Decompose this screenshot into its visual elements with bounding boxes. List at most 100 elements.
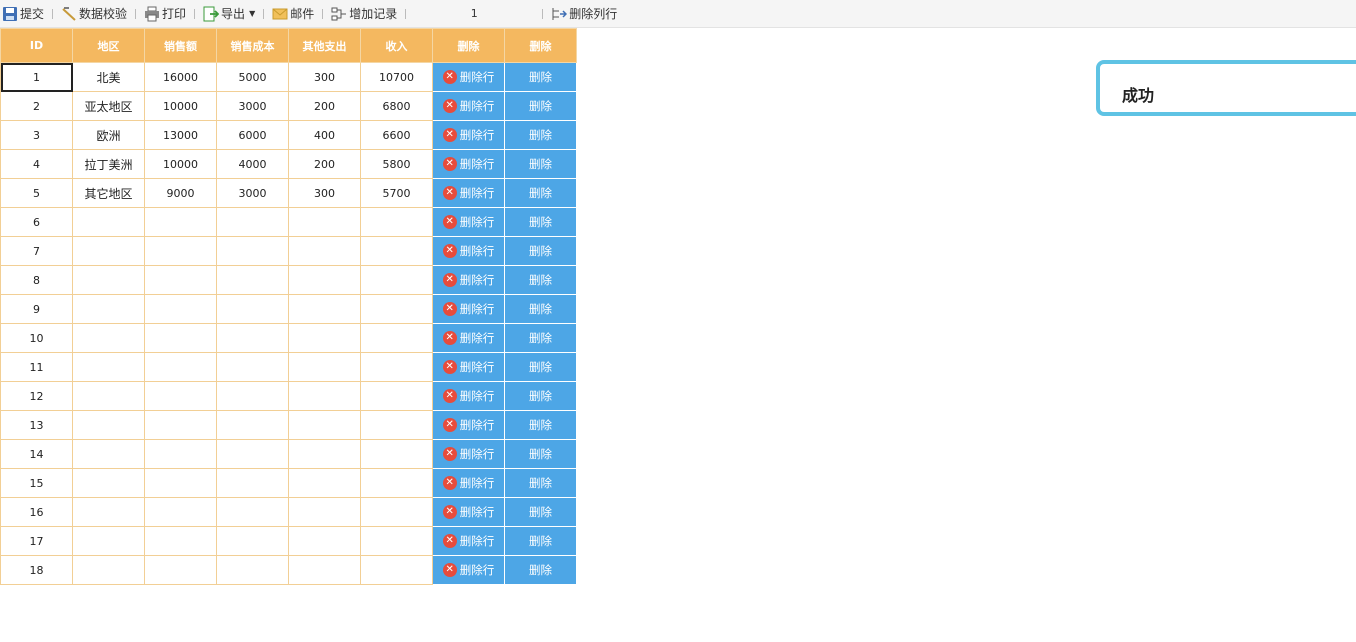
delete-row-button[interactable]: ✕ 删除行 [433,179,504,207]
cell-id[interactable]: 1 [0,62,73,92]
cell-other[interactable] [288,410,361,440]
cell-income[interactable]: 10700 [360,62,433,92]
cell-other[interactable]: 200 [288,149,361,179]
add-record-button[interactable]: 增加记录 [329,0,399,27]
delete-row-button[interactable]: ✕ 删除行 [433,469,504,497]
cell-cost[interactable] [216,352,289,382]
cell-sales[interactable] [144,294,217,324]
cell-id[interactable]: 10 [0,323,73,353]
cell-other[interactable] [288,468,361,498]
delete-row-button[interactable]: ✕ 删除行 [433,266,504,294]
cell-other[interactable] [288,323,361,353]
delete-row-button[interactable]: ✕ 删除行 [433,556,504,584]
delete-button[interactable]: 删除 [505,440,576,468]
delete-button[interactable]: 删除 [505,208,576,236]
cell-region[interactable] [72,236,145,266]
delete-button[interactable]: 删除 [505,63,576,91]
cell-other[interactable] [288,265,361,295]
cell-sales[interactable] [144,236,217,266]
cell-id[interactable]: 16 [0,497,73,527]
cell-income[interactable] [360,410,433,440]
cell-cost[interactable]: 5000 [216,62,289,92]
cell-cost[interactable] [216,236,289,266]
cell-id[interactable]: 3 [0,120,73,150]
cell-income[interactable] [360,439,433,469]
delete-row-button[interactable]: ✕ 删除行 [433,121,504,149]
cell-cost[interactable] [216,497,289,527]
cell-region[interactable]: 其它地区 [72,178,145,208]
cell-id[interactable]: 5 [0,178,73,208]
cell-cost[interactable] [216,207,289,237]
submit-button[interactable]: 提交 [0,0,46,27]
cell-cost[interactable] [216,410,289,440]
cell-cost[interactable] [216,555,289,585]
cell-other[interactable] [288,294,361,324]
cell-income[interactable] [360,555,433,585]
cell-id[interactable]: 12 [0,381,73,411]
delete-button[interactable]: 删除 [505,150,576,178]
delete-row-button[interactable]: ✕ 删除行 [433,527,504,555]
cell-income[interactable] [360,526,433,556]
delete-row-button[interactable]: ✕ 删除行 [433,411,504,439]
delete-button[interactable]: 删除 [505,469,576,497]
cell-income[interactable] [360,352,433,382]
delete-row-button[interactable]: ✕ 删除行 [433,63,504,91]
cell-sales[interactable] [144,381,217,411]
delete-button[interactable]: 删除 [505,266,576,294]
cell-sales[interactable] [144,410,217,440]
cell-region[interactable] [72,207,145,237]
cell-sales[interactable] [144,323,217,353]
page-number-field[interactable]: 1 [412,7,536,20]
delete-button[interactable]: 删除 [505,92,576,120]
delete-button[interactable]: 删除 [505,237,576,265]
delete-button[interactable]: 删除 [505,353,576,381]
cell-region[interactable]: 拉丁美洲 [72,149,145,179]
cell-other[interactable] [288,236,361,266]
cell-other[interactable]: 400 [288,120,361,150]
cell-other[interactable]: 200 [288,91,361,121]
delete-row-button[interactable]: ✕ 删除行 [433,92,504,120]
delete-row-button[interactable]: ✕ 删除行 [433,295,504,323]
cell-sales[interactable] [144,497,217,527]
cell-sales[interactable]: 9000 [144,178,217,208]
delete-row-button[interactable]: ✕ 删除行 [433,382,504,410]
cell-sales[interactable] [144,207,217,237]
delete-button[interactable]: 删除 [505,556,576,584]
cell-id[interactable]: 15 [0,468,73,498]
cell-cost[interactable] [216,526,289,556]
chevron-down-icon[interactable]: ▼ [249,9,255,18]
cell-other[interactable] [288,352,361,382]
delete-button[interactable]: 删除 [505,411,576,439]
delete-button[interactable]: 删除 [505,295,576,323]
cell-id[interactable]: 7 [0,236,73,266]
cell-region[interactable] [72,468,145,498]
cell-income[interactable] [360,497,433,527]
cell-income[interactable] [360,468,433,498]
cell-region[interactable] [72,555,145,585]
cell-id[interactable]: 11 [0,352,73,382]
delete-row-button[interactable]: ✕ 删除行 [433,237,504,265]
delete-button[interactable]: 删除 [505,498,576,526]
cell-id[interactable]: 9 [0,294,73,324]
cell-id[interactable]: 18 [0,555,73,585]
cell-region[interactable] [72,352,145,382]
cell-region[interactable] [72,294,145,324]
cell-other[interactable] [288,207,361,237]
cell-region[interactable] [72,323,145,353]
cell-other[interactable] [288,526,361,556]
cell-region[interactable] [72,526,145,556]
cell-sales[interactable] [144,439,217,469]
cell-id[interactable]: 13 [0,410,73,440]
cell-sales[interactable]: 13000 [144,120,217,150]
cell-sales[interactable]: 10000 [144,91,217,121]
cell-income[interactable] [360,236,433,266]
cell-sales[interactable] [144,468,217,498]
cell-other[interactable]: 300 [288,62,361,92]
cell-income[interactable]: 6800 [360,91,433,121]
cell-region[interactable]: 欧洲 [72,120,145,150]
cell-region[interactable] [72,439,145,469]
cell-income[interactable] [360,381,433,411]
cell-id[interactable]: 2 [0,91,73,121]
cell-region[interactable] [72,497,145,527]
cell-sales[interactable] [144,555,217,585]
